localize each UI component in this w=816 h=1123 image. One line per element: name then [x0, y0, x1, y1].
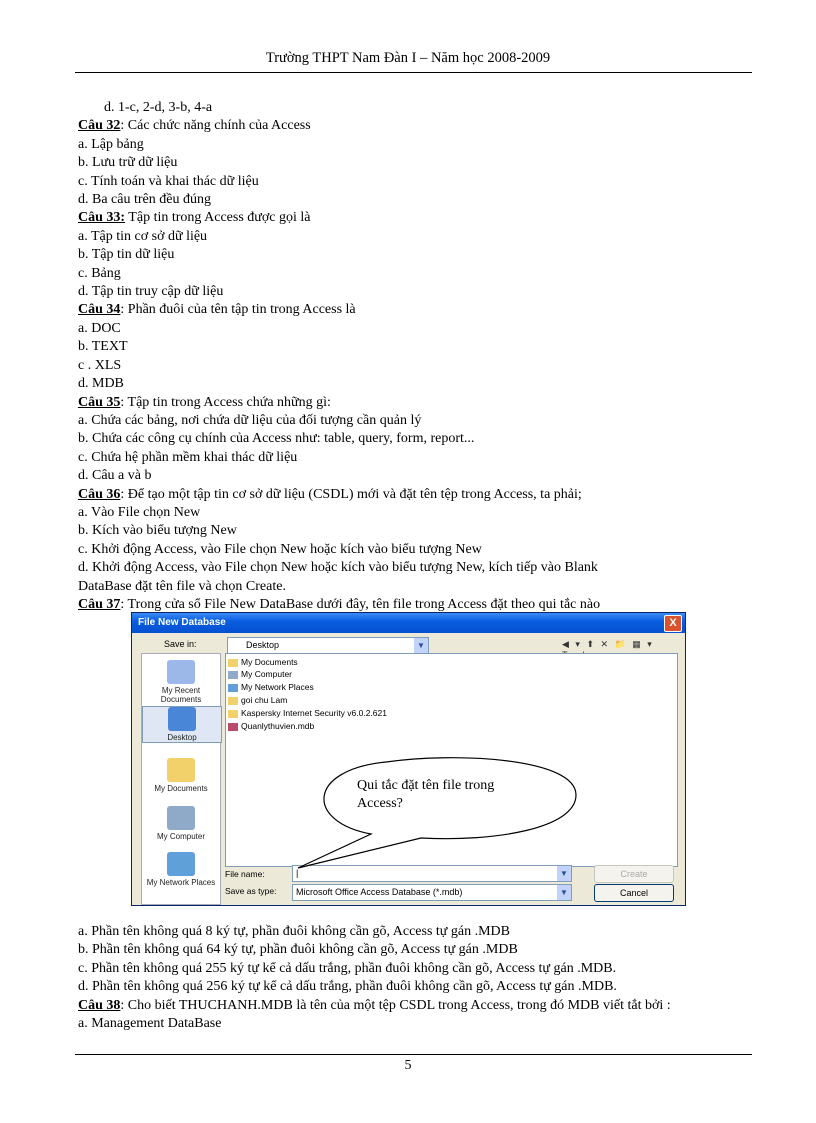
answer-line: d. 1-c, 2-d, 3-b, 4-a [104, 100, 213, 115]
save-in-select[interactable]: Desktop ▼ [227, 637, 429, 654]
place-network[interactable]: My Network Places [142, 852, 220, 887]
question-line: Câu 33: Tập tin trong Access được gọi là [78, 209, 738, 227]
answer-line: a. Vào File chọn New [78, 504, 201, 520]
header-rule [75, 72, 752, 73]
answer-line: a. DOC [78, 320, 121, 336]
answer-line: c. Bảng [78, 265, 121, 281]
answer-line: a. Management DataBase [78, 1016, 222, 1032]
list-item[interactable]: My Documents [228, 656, 298, 668]
folder-icon [167, 758, 195, 782]
question-line: Câu 36: Để tạo một tập tin cơ sở dữ liệu… [78, 486, 738, 504]
answer-line: d. MDB [78, 376, 124, 392]
answer-line: b. Phần tên không quá 64 ký tự, phần đuô… [78, 942, 518, 958]
desktop-icon [168, 707, 196, 731]
folder-icon [228, 658, 238, 667]
question-text: : Tập tin trong Access chứa những gì: [120, 394, 331, 410]
access-file-icon [228, 722, 238, 731]
answer-line: a. Lập bảng [78, 136, 144, 152]
answer-line: c. Tính toán và khai thác dữ liệu [78, 173, 259, 189]
places-bar: My Recent Documents Desktop My Documents… [141, 653, 222, 905]
folder-icon [228, 696, 238, 705]
place-desktop[interactable]: Desktop [142, 706, 222, 743]
answer-line: d. Tập tin truy cập dữ liệu [78, 284, 224, 300]
answer-line: b. Kích vào biểu tượng New [78, 523, 237, 539]
question-line: Câu 38: Cho biết THUCHANH.MDB là tên của… [78, 997, 738, 1015]
file-name-label: File name: [225, 869, 265, 879]
question-line: Câu 32: Các chức năng chính của Access [78, 117, 738, 135]
question-line: Câu 35: Tập tin trong Access chứa những … [78, 394, 738, 412]
answer-line: d. Khởi động Access, vào File chọn New h… [78, 560, 598, 576]
computer-icon [167, 806, 195, 830]
footer-rule [75, 1054, 752, 1055]
question-text: : Phần đuôi của tên tập tin trong Access… [120, 302, 356, 318]
question-text: : Để tạo một tập tin cơ sở dữ liệu (CSDL… [120, 486, 582, 502]
answer-line: a. Chứa các bảng, nơi chứa dữ liệu của đ… [78, 412, 422, 428]
question-text: : Trong cửa sổ File New DataBase dưới đâ… [120, 596, 601, 612]
save-as-type-value: Microsoft Office Access Database (*.mdb) [296, 887, 463, 897]
answer-line: c. Khởi động Access, vào File chọn New h… [78, 541, 482, 557]
page-number: 5 [404, 1058, 412, 1073]
answer-line: DataBase đặt tên file và chọn Create. [78, 578, 286, 594]
place-my-computer[interactable]: My Computer [142, 806, 220, 841]
question-label: Câu 34 [78, 302, 121, 318]
answer-line: d. Câu a và b [78, 468, 152, 484]
close-button[interactable]: X [664, 615, 682, 632]
answer-line: a. Tập tin cơ sở dữ liệu [78, 228, 208, 244]
question-label: Câu 36 [78, 486, 121, 502]
save-in-value: Desktop [246, 640, 280, 650]
list-item[interactable]: goi chu Lam [228, 694, 287, 706]
network-icon [167, 852, 195, 876]
computer-icon [228, 670, 238, 679]
question-label: Câu 32 [78, 118, 121, 134]
question-label: Câu 38 [78, 997, 121, 1013]
answer-line: d. Phần tên không quá 256 ký tự kể cả dấ… [78, 979, 617, 995]
answer-line: d. Ba câu trên đều đúng [78, 192, 211, 208]
save-in-label: Save in: [164, 639, 197, 649]
answer-line: c. Chứa hệ phần mềm khai thác dữ liệu [78, 449, 298, 465]
question-label: Câu 35 [78, 394, 121, 410]
answer-line: b. TEXT [78, 339, 128, 355]
question-line: Câu 34: Phần đuôi của tên tập tin trong … [78, 301, 738, 319]
folder-icon [228, 709, 238, 718]
question-text: : Các chức năng chính của Access [120, 118, 311, 134]
answer-line: b. Lưu trữ dữ liệu [78, 155, 178, 171]
dialog-titlebar: File New Database X [132, 613, 685, 633]
question-label: Câu 37 [78, 596, 121, 612]
questions-block-2: a. Phần tên không quá 8 ký tự, phần đuôi… [78, 923, 738, 1033]
list-item[interactable]: My Computer [228, 668, 292, 680]
list-item[interactable]: Quanlythuvien.mdb [228, 720, 314, 732]
answer-line: c. Phần tên không quá 255 ký tự kể cả dấ… [78, 960, 617, 976]
answer-line: c . XLS [78, 357, 122, 373]
answer-line: a. Phần tên không quá 8 ký tự, phần đuôi… [78, 924, 511, 939]
list-item[interactable]: Kaspersky Internet Security v6.0.2.621 [228, 707, 387, 719]
question-text: Tập tin trong Access được gọi là [125, 210, 311, 226]
place-recent[interactable]: My Recent Documents [142, 660, 220, 704]
recent-documents-icon [167, 660, 195, 684]
cancel-button[interactable]: Cancel [594, 884, 674, 902]
save-as-type-label: Save as type: [225, 886, 277, 896]
chevron-down-icon: ▼ [557, 885, 571, 900]
question-label: Câu 33: [78, 210, 126, 226]
dialog-title: File New Database [138, 617, 226, 628]
callout-text: Qui tắc đặt tên file trong Access? [357, 778, 495, 811]
save-as-type-select[interactable]: Microsoft Office Access Database (*.mdb)… [292, 884, 572, 901]
create-button[interactable]: Create [594, 865, 674, 883]
answer-line: b. Tập tin dữ liệu [78, 247, 175, 263]
place-my-documents[interactable]: My Documents [142, 758, 220, 793]
answer-line: b. Chứa các công cụ chính của Access như… [78, 431, 475, 447]
question-text: : Cho biết THUCHANH.MDB là tên của một t… [120, 997, 671, 1013]
network-icon [228, 683, 238, 692]
questions-block-1: d. 1-c, 2-d, 3-b, 4-a Câu 32: Các chức nă… [78, 99, 738, 614]
list-item[interactable]: My Network Places [228, 681, 314, 693]
page-header: Trường THPT Nam Đàn I – Năm học 2008-200… [265, 50, 551, 66]
chevron-down-icon: ▼ [414, 638, 428, 653]
